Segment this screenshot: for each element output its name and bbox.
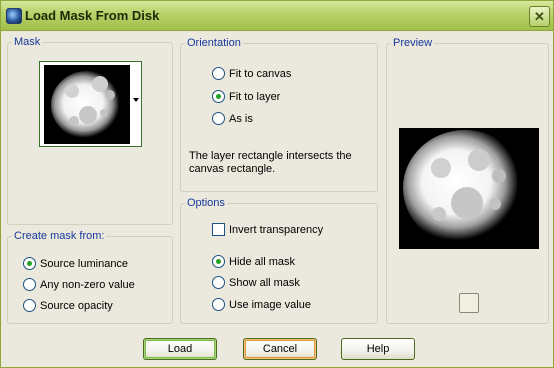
radio-label: Source opacity [40, 299, 113, 312]
chevron-down-icon[interactable] [133, 98, 139, 102]
radio-label: Source luminance [40, 257, 129, 270]
radio-label: Hide all mask [229, 255, 296, 268]
orientation-legend: Orientation [187, 37, 241, 49]
mask-legend: Mask [14, 36, 41, 48]
radio-source-luminance[interactable]: Source luminance [23, 257, 128, 270]
radio-button[interactable] [23, 299, 36, 312]
close-icon: ✕ [534, 9, 545, 24]
help-button[interactable]: Help [341, 338, 415, 360]
load-button[interactable]: Load [143, 338, 217, 360]
radio-button[interactable] [212, 276, 225, 289]
radio-show-all-mask[interactable]: Show all mask [212, 276, 300, 289]
radio-label: Any non-zero value [40, 278, 135, 291]
radio-source-opacity[interactable]: Source opacity [23, 299, 113, 312]
dialog-window: Load Mask From Disk ✕ Mask Create mask f… [0, 0, 554, 368]
create-mask-from-legend: Create mask from: [14, 230, 105, 242]
radio-any-non-zero[interactable]: Any non-zero value [23, 278, 135, 291]
radio-button[interactable] [212, 90, 225, 103]
radio-fit-to-layer[interactable]: Fit to layer [212, 90, 280, 103]
radio-label: As is [229, 112, 253, 125]
radio-button[interactable] [212, 298, 225, 311]
radio-hide-all-mask[interactable]: Hide all mask [212, 255, 295, 268]
app-icon [6, 8, 22, 24]
radio-button[interactable] [23, 257, 36, 270]
mask-thumbnail [44, 65, 130, 144]
title-bar[interactable]: Load Mask From Disk ✕ [1, 1, 553, 31]
radio-label: Use image value [229, 298, 311, 311]
close-button[interactable]: ✕ [529, 6, 550, 27]
radio-as-is[interactable]: As is [212, 112, 253, 125]
window-title: Load Mask From Disk [25, 8, 160, 23]
radio-label: Fit to canvas [229, 67, 292, 80]
checkbox-label: Invert transparency [229, 223, 324, 236]
preview-legend: Preview [393, 37, 433, 49]
orientation-description: The layer rectangle intersects the canva… [189, 150, 352, 175]
preview-image [399, 128, 539, 249]
radio-label: Fit to layer [229, 90, 281, 103]
radio-label: Show all mask [229, 276, 300, 289]
radio-button[interactable] [212, 112, 225, 125]
radio-fit-to-canvas[interactable]: Fit to canvas [212, 67, 291, 80]
checkbox[interactable] [212, 223, 225, 236]
radio-button[interactable] [23, 278, 36, 291]
checkbox-invert-transparency[interactable]: Invert transparency [212, 223, 323, 236]
radio-button[interactable] [212, 67, 225, 80]
cancel-button[interactable]: Cancel [243, 338, 317, 360]
radio-button[interactable] [212, 255, 225, 268]
radio-use-image-value[interactable]: Use image value [212, 298, 311, 311]
options-legend: Options [187, 197, 225, 209]
mask-picker[interactable] [39, 61, 142, 147]
preview-toggle-button[interactable] [459, 293, 479, 313]
